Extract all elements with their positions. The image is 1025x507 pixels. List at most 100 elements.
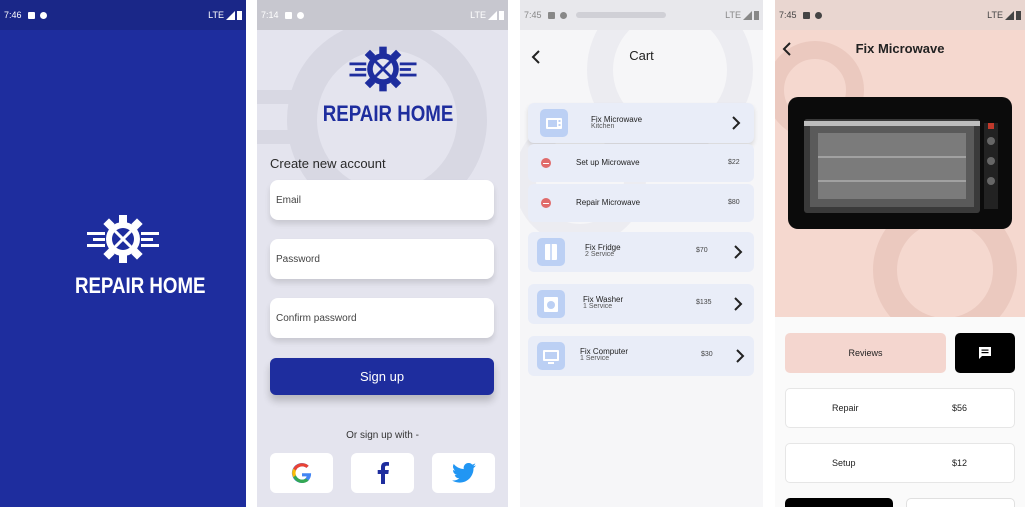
- cart-item[interactable]: Fix Fridge 2 Service $70: [528, 232, 754, 272]
- item-sub: 1 Service: [583, 303, 613, 310]
- status-time: 7:46: [4, 10, 22, 20]
- network-label: LTE: [987, 10, 1003, 20]
- twitter-button[interactable]: [432, 453, 495, 493]
- status-bar: 7:45 LTE: [775, 0, 1025, 30]
- brand-name: REPAIR HOME: [74, 273, 206, 298]
- page-title: Fix Microwave: [855, 41, 945, 56]
- signal-icon: [488, 10, 497, 20]
- status-time: 7:45: [524, 10, 542, 20]
- app-icon: [296, 11, 304, 19]
- service-option[interactable]: Setup $12: [785, 443, 1015, 483]
- subitem-price: $22: [728, 159, 740, 166]
- chat-button[interactable]: [955, 333, 1015, 373]
- status-right: LTE: [470, 10, 504, 20]
- status-right: LTE: [987, 10, 1021, 20]
- reviews-button-label: Reviews: [848, 348, 883, 358]
- service-name: Setup: [832, 458, 856, 468]
- status-right: LTE: [725, 10, 759, 20]
- signup-button-label: Sign up: [359, 369, 405, 384]
- chevron-right-icon: [734, 297, 743, 311]
- status-bar: 7:14 LTE: [257, 0, 508, 30]
- microwave-icon: [540, 109, 568, 137]
- battery-icon: [754, 10, 759, 20]
- twitter-icon: [451, 463, 476, 483]
- network-label: LTE: [208, 10, 224, 20]
- service-name: Repair: [832, 403, 859, 413]
- signup-button[interactable]: Sign up: [270, 358, 494, 395]
- signal-icon: [226, 10, 235, 20]
- confirm-password-field[interactable]: Confirm password: [270, 298, 494, 338]
- or-signup-text: Or sign up with -: [346, 430, 419, 441]
- signup-screen: 7:14 LTE REPAIR HOME Create new account …: [257, 0, 508, 507]
- item-price: $30: [701, 351, 713, 358]
- battery-icon: [1016, 10, 1021, 20]
- remove-icon[interactable]: [541, 158, 551, 168]
- signal-icon: [743, 10, 752, 20]
- gear-wrench-icon: [349, 46, 417, 92]
- cart-subitem: Set up Microwave $22: [528, 144, 754, 182]
- computer-icon: [537, 342, 565, 370]
- brand-logo: REPAIR HOME: [73, 210, 206, 299]
- battery-icon: [237, 10, 242, 20]
- google-icon: [291, 463, 311, 484]
- facebook-button[interactable]: [351, 453, 414, 493]
- google-button[interactable]: [270, 453, 333, 493]
- service-price: $12: [952, 458, 968, 468]
- signal-icon: [1005, 10, 1014, 20]
- washer-icon: [537, 290, 565, 318]
- status-bar: 7:46 LTE: [0, 0, 246, 30]
- email-label: Email: [276, 194, 302, 206]
- status-right: LTE: [208, 10, 242, 20]
- item-price: $70: [696, 247, 708, 254]
- reviews-button[interactable]: Reviews: [785, 333, 946, 373]
- chevron-right-icon: [732, 116, 741, 130]
- notification-icon: [27, 11, 35, 19]
- item-sub: 2 Service: [585, 251, 615, 258]
- password-label: Password: [276, 253, 320, 265]
- splash-screen: 7:46 LTE REPAIR HOME: [0, 0, 246, 507]
- microwave-oven-image: [788, 97, 1012, 229]
- chevron-right-icon: [734, 245, 743, 259]
- service-option[interactable]: Repair $56: [785, 388, 1015, 428]
- facebook-icon: [377, 462, 389, 484]
- page-title: Cart: [629, 48, 654, 63]
- app-icon: [559, 11, 567, 19]
- confirm-password-label: Confirm password: [276, 312, 357, 324]
- app-icon: [39, 11, 47, 19]
- brand-logo: REPAIR HOME: [322, 42, 454, 127]
- notification-icon: [547, 11, 555, 19]
- subitem-name: Repair Microwave: [576, 198, 641, 207]
- notification-icon: [802, 11, 810, 19]
- battery-icon: [499, 10, 504, 20]
- status-time: 7:14: [261, 10, 279, 20]
- fridge-icon: [537, 238, 565, 266]
- status-notification-bar: [575, 12, 666, 18]
- brand-name: REPAIR HOME: [322, 101, 454, 126]
- cart-subitem: Repair Microwave $80: [528, 184, 754, 222]
- cart-item[interactable]: Fix Washer 1 Service $135: [528, 284, 754, 324]
- remove-icon[interactable]: [541, 198, 551, 208]
- password-field[interactable]: Password: [270, 239, 494, 279]
- gear-wrench-icon: [87, 215, 159, 263]
- secondary-action-button[interactable]: [906, 498, 1015, 507]
- status-bar: 7:45 LTE: [520, 0, 763, 30]
- item-sub: 1 Service: [580, 355, 610, 362]
- item-sub: Kitchen: [591, 123, 615, 130]
- primary-action-button[interactable]: [785, 498, 893, 507]
- network-label: LTE: [470, 10, 486, 20]
- subitem-price: $80: [728, 199, 740, 206]
- cart-item[interactable]: Fix Computer 1 Service $30: [528, 336, 754, 376]
- item-price: $135: [696, 299, 712, 306]
- network-label: LTE: [725, 10, 741, 20]
- subitem-name: Set up Microwave: [576, 158, 640, 167]
- service-detail-screen: 7:45 LTE Fix Microwave Reviews Repair $5…: [775, 0, 1025, 507]
- email-field[interactable]: Email: [270, 180, 494, 220]
- chat-icon: [979, 347, 991, 359]
- cart-item-main[interactable]: Fix Microwave Kitchen: [528, 103, 754, 143]
- cart-screen: 7:45 LTE Cart Fix Microwave Kitchen Set …: [520, 0, 763, 507]
- status-time: 7:45: [779, 10, 797, 20]
- page-title: Create new account: [270, 156, 386, 171]
- chevron-right-icon: [736, 349, 745, 363]
- service-price: $56: [952, 403, 968, 413]
- app-icon: [814, 11, 822, 19]
